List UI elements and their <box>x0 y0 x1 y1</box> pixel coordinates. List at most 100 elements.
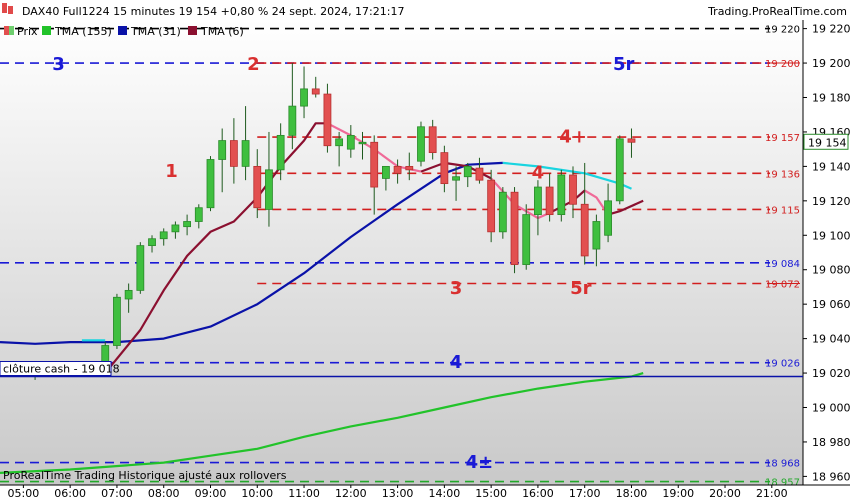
level-label: 19 084 <box>765 259 800 270</box>
candle-body <box>323 93 332 147</box>
x-tick-label: 13:00 <box>382 487 414 500</box>
candle-body <box>580 203 589 257</box>
candle-body <box>428 126 437 154</box>
y-tick-label: 19 140 <box>812 160 850 173</box>
candle-body <box>545 186 554 216</box>
y-tick-label: 19 200 <box>812 57 850 70</box>
footer-text: ProRealTime Trading Historique ajusté au… <box>3 469 287 482</box>
x-tick-label: 21:00 <box>756 487 788 500</box>
candle-body <box>300 88 308 107</box>
candle-body <box>288 105 297 136</box>
level-label: 19 026 <box>765 359 800 370</box>
wave-annotation: 1 <box>165 161 178 182</box>
candle-body <box>276 134 285 171</box>
y-tick-label: 19 100 <box>812 229 850 242</box>
candle-body <box>206 159 215 209</box>
candle-icon <box>9 26 14 35</box>
legend-swatch <box>118 26 127 35</box>
wave-annotation: 5r <box>613 54 635 75</box>
candle-body <box>475 167 484 181</box>
level-label: 18 968 <box>765 459 800 470</box>
level-label: 19 220 <box>765 25 800 36</box>
y-tick-label: 19 000 <box>812 402 850 415</box>
legend-label: TMA (155) <box>54 25 112 38</box>
candle-body <box>487 179 496 233</box>
candle-body <box>159 231 168 240</box>
price-chart[interactable]: 19 220 19 200 19 157 19 136 19 115 19 084 19 0… <box>0 0 850 500</box>
candle-body <box>393 165 402 174</box>
candle-body <box>569 174 577 205</box>
candle-icon <box>4 26 9 35</box>
x-tick-label: 05:00 <box>8 487 40 500</box>
wave-annotation: 4 <box>450 352 463 373</box>
level-label: 19 157 <box>765 133 800 144</box>
candle-body <box>311 88 320 95</box>
y-tick-label: 19 040 <box>812 333 850 346</box>
candle-body <box>253 165 262 209</box>
candle-body <box>463 165 472 178</box>
candle-body <box>171 224 180 233</box>
candle-body <box>370 141 379 188</box>
candle-body <box>148 238 156 247</box>
candle-body <box>194 207 203 222</box>
candle-body <box>183 221 192 228</box>
candle-body <box>405 165 414 171</box>
candle-body <box>627 138 636 143</box>
x-tick-label: 09:00 <box>195 487 227 500</box>
legend-swatch <box>188 26 197 35</box>
x-tick-label: 10:00 <box>241 487 273 500</box>
level-label: 19 072 <box>765 280 800 291</box>
candle-body <box>498 191 507 233</box>
x-tick-label: 19:00 <box>662 487 694 500</box>
legend-label: TMA (6) <box>200 25 244 38</box>
candle-body <box>557 174 566 216</box>
legend-label: TMA (31) <box>130 25 181 38</box>
candle-body <box>229 140 238 167</box>
close-cash-label: clôture cash - 19 018 <box>3 363 120 376</box>
level-label: 19 200 <box>765 59 800 70</box>
candle-body <box>440 152 449 185</box>
x-tick-label: 16:00 <box>522 487 554 500</box>
chart-title: DAX40 Full1224 15 minutes 19 154 +0,80 %… <box>22 5 404 18</box>
candle-body <box>382 165 390 179</box>
legend-label: Prix <box>17 25 38 38</box>
y-tick-label: 19 060 <box>812 298 850 311</box>
candle-body <box>534 186 542 216</box>
candle-body <box>241 140 250 167</box>
wave-annotation: 4+ <box>559 126 587 147</box>
price-axis-background <box>803 20 850 485</box>
wave-annotation: 3 <box>450 278 463 299</box>
candle-body <box>604 200 612 236</box>
candle-body <box>335 138 344 147</box>
wave-annotation: 4± <box>466 452 494 473</box>
wave-annotation: 4 <box>532 163 545 184</box>
candle-body <box>358 141 367 145</box>
watermark: Trading.ProRealTime.com <box>707 5 847 18</box>
candle-body <box>417 126 425 162</box>
y-tick-label: 18 980 <box>812 436 850 449</box>
x-tick-label: 17:00 <box>569 487 601 500</box>
wave-annotation: 2 <box>247 54 260 75</box>
y-tick-label: 19 080 <box>812 264 850 277</box>
candle-body <box>452 176 460 181</box>
y-tick-label: 19 180 <box>812 92 850 105</box>
wave-annotation: 3 <box>52 54 65 75</box>
y-tick-label: 18 960 <box>812 470 850 483</box>
y-tick-label: 19 120 <box>812 195 850 208</box>
plot-background <box>0 20 803 485</box>
level-label: 19 136 <box>765 169 800 180</box>
x-tick-label: 20:00 <box>709 487 741 500</box>
candle-body <box>265 169 273 210</box>
current-price-marker: 19 154 <box>803 133 849 150</box>
current-price-label: 19 154 <box>808 136 847 149</box>
candle-body <box>510 191 519 265</box>
candle-body <box>615 138 624 202</box>
candle-body <box>124 289 133 300</box>
x-tick-label: 18:00 <box>616 487 648 500</box>
chart-root: 19 220 19 200 19 157 19 136 19 115 19 084 19 0… <box>0 0 850 500</box>
candle-body <box>136 245 145 291</box>
y-tick-label: 19 220 <box>812 23 850 36</box>
x-tick-label: 07:00 <box>101 487 133 500</box>
candle-body <box>522 214 531 265</box>
wave-annotation: 5r <box>570 278 592 299</box>
